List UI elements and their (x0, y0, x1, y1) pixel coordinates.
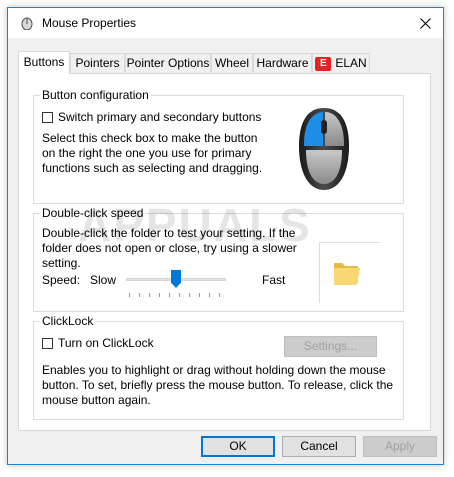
mouse-icon (21, 17, 33, 30)
slider-thumb[interactable] (171, 270, 181, 288)
clicklock-group: ClickLock Turn on ClickLock Settings... … (33, 314, 404, 420)
apply-button[interactable]: Apply (363, 436, 437, 457)
elan-logo-icon: E (315, 56, 332, 71)
double-click-description: Double-click the folder to test your set… (42, 226, 297, 270)
button-config-description: Select this check box to make the button… (42, 131, 263, 175)
slider-tick (219, 293, 220, 297)
mouse-illustration-icon (299, 108, 349, 190)
tab-wheel[interactable]: Wheel (211, 53, 253, 72)
slider-tick (189, 293, 190, 297)
tab-elan[interactable]: E ELAN (312, 53, 370, 72)
clicklock-row[interactable]: Turn on ClickLock (42, 336, 154, 350)
tab-label: Buttons (23, 55, 65, 69)
clicklock-label: Turn on ClickLock (58, 336, 154, 350)
slider-tick (179, 293, 180, 297)
button-configuration-legend: Button configuration (40, 88, 151, 102)
window-title: Mouse Properties (42, 16, 137, 30)
slider-tick (139, 293, 140, 297)
tab-label: Pointers (75, 56, 120, 70)
tab-label: Hardware (256, 56, 309, 70)
ok-button[interactable]: OK (201, 436, 275, 457)
slow-label: Slow (90, 273, 117, 287)
slider-tick (159, 293, 160, 297)
slider-tick (209, 293, 210, 297)
slider-tick (199, 293, 200, 297)
switch-buttons-row[interactable]: Switch primary and secondary buttons (42, 110, 261, 124)
button-configuration-group: Button configuration Switch primary and … (33, 88, 404, 204)
mouse-properties-dialog: Mouse Properties Buttons Pointers Pointe… (7, 7, 444, 465)
tab-pointers[interactable]: Pointers (70, 53, 125, 72)
test-folder-area[interactable] (319, 242, 380, 303)
slider-tick (169, 293, 170, 297)
tab-label: Wheel (214, 56, 249, 70)
tab-label: Pointer Options (126, 56, 210, 70)
tab-hardware[interactable]: Hardware (253, 53, 312, 72)
buttons-tab-panel: Button configuration Switch primary and … (18, 73, 431, 431)
close-button[interactable] (407, 8, 443, 38)
double-click-speed-slider[interactable] (126, 270, 226, 300)
clicklock-legend: ClickLock (40, 314, 96, 328)
tab-buttons[interactable]: Buttons (18, 51, 70, 74)
fast-label: Fast (262, 273, 286, 287)
slider-tick (129, 293, 130, 297)
title-bar: Mouse Properties (8, 8, 443, 38)
close-icon (419, 17, 431, 29)
clicklock-description: Enables you to highlight or drag without… (42, 363, 394, 407)
speed-label: Speed: (42, 273, 81, 287)
clicklock-checkbox[interactable] (42, 337, 53, 349)
switch-buttons-checkbox[interactable] (42, 111, 53, 123)
folder-icon (334, 263, 360, 285)
tab-pointer-options[interactable]: Pointer Options (125, 53, 211, 72)
switch-buttons-label: Switch primary and secondary buttons (58, 110, 262, 124)
double-click-speed-legend: Double-click speed (40, 206, 146, 220)
tab-label: ELAN (335, 56, 367, 70)
cancel-button[interactable]: Cancel (282, 436, 356, 457)
slider-tick (149, 293, 150, 297)
double-click-speed-group: Double-click speed Double-click the fold… (33, 206, 404, 312)
clicklock-settings-button[interactable]: Settings... (284, 336, 377, 357)
